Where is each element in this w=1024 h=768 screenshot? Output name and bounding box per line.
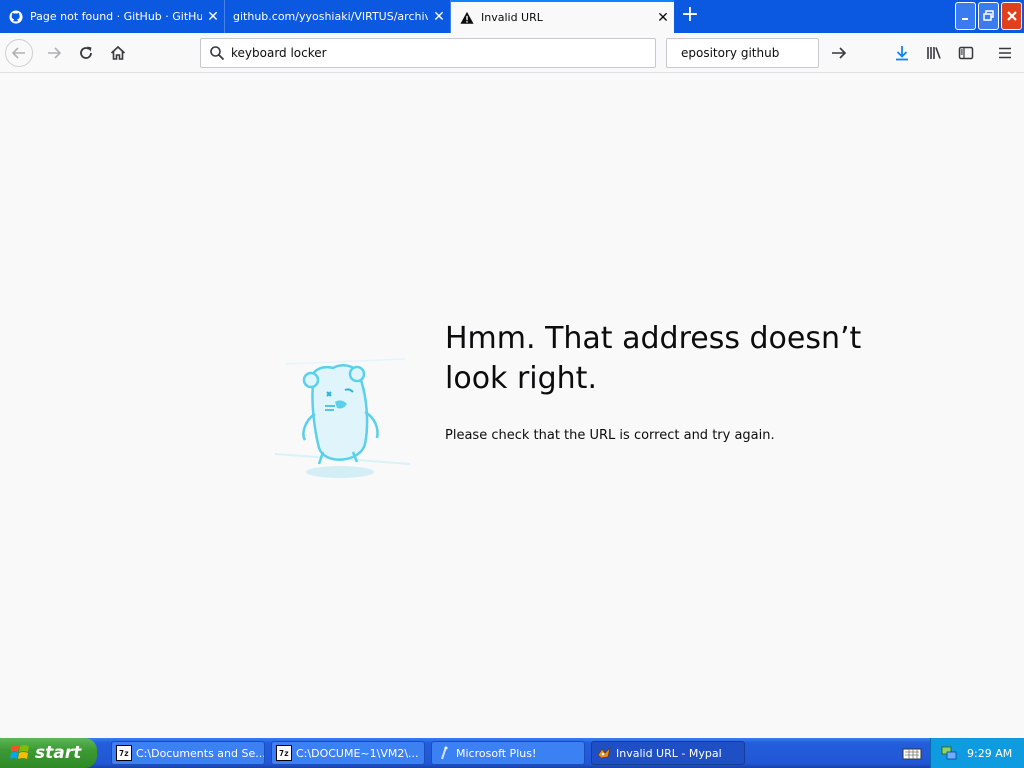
new-tab-button[interactable]: +	[676, 4, 704, 28]
warning-icon	[459, 10, 475, 26]
7z-icon: 7z	[116, 745, 132, 761]
keyboard-icon[interactable]	[902, 744, 922, 762]
home-button[interactable]	[104, 39, 132, 67]
sidebar-icon	[958, 46, 974, 60]
taskbar-item-documents[interactable]: 7z C:\Documents and Se...	[111, 741, 265, 765]
minimize-button[interactable]	[955, 2, 976, 30]
plus-icon	[436, 745, 452, 761]
windows-logo-icon	[10, 745, 29, 759]
taskbar-item-mypal[interactable]: Invalid URL - Mypal	[591, 741, 745, 765]
page-content: Hmm. That address doesn’t look right. Pl…	[0, 74, 1024, 738]
taskbar-item-label: Invalid URL - Mypal	[616, 746, 722, 760]
error-description: Please check that the URL is correct and…	[445, 428, 775, 443]
tab-strip: Page not found · GitHub · GitHub ✕ githu…	[0, 0, 1024, 33]
tab-github-archive[interactable]: github.com/yyoshiaki/VIRTUS/archive/ ✕	[225, 0, 451, 33]
tab-title: Page not found · GitHub · GitHub	[30, 10, 202, 23]
close-window-button[interactable]	[1001, 2, 1022, 30]
back-button[interactable]	[5, 39, 33, 67]
search-bar[interactable]	[666, 38, 847, 68]
start-label: start	[35, 743, 82, 763]
close-icon[interactable]: ✕	[428, 9, 450, 25]
menu-button[interactable]	[991, 39, 1019, 67]
downloads-button[interactable]	[888, 39, 916, 67]
taskbar-item-label: Microsoft Plus!	[456, 746, 537, 760]
taskbar-item-label: C:\Documents and Se...	[136, 746, 265, 760]
error-title: Hmm. That address doesn’t look right.	[445, 321, 862, 396]
home-icon	[110, 45, 126, 60]
library-icon	[927, 47, 941, 59]
search-input[interactable]	[681, 46, 831, 60]
reload-button[interactable]	[72, 39, 100, 67]
forward-button[interactable]	[40, 39, 68, 67]
error-mascot-illustration	[274, 358, 411, 478]
start-button[interactable]: start	[0, 738, 97, 768]
restore-button[interactable]	[978, 2, 999, 30]
github-icon	[8, 9, 24, 25]
network-icon[interactable]	[941, 745, 957, 761]
sidebar-button[interactable]	[952, 39, 980, 67]
tab-title: Invalid URL	[481, 11, 543, 24]
back-arrow-icon	[11, 47, 25, 59]
tab-invalid-url[interactable]: Invalid URL ✕	[451, 0, 674, 33]
url-bar[interactable]	[200, 38, 656, 68]
reload-icon	[80, 46, 92, 59]
search-icon	[210, 46, 225, 61]
taskbar-item-microsoft-plus[interactable]: Microsoft Plus!	[431, 741, 585, 765]
library-button[interactable]	[920, 39, 948, 67]
taskbar-item-docume[interactable]: 7z C:\DOCUME~1\VM2\...	[271, 741, 425, 765]
search-go-button[interactable]	[831, 41, 847, 65]
7z-icon: 7z	[276, 745, 292, 761]
tab-page-not-found[interactable]: Page not found · GitHub · GitHub ✕	[0, 0, 225, 33]
windows-taskbar: start 7z C:\Documents and Se... 7z C:\DO…	[0, 738, 1024, 768]
close-icon[interactable]: ✕	[652, 10, 674, 26]
arrow-right-icon	[832, 47, 847, 59]
mypal-icon	[596, 745, 612, 761]
navigation-toolbar	[0, 33, 1024, 73]
forward-arrow-icon	[48, 47, 62, 59]
hamburger-menu-icon	[999, 47, 1011, 59]
taskbar-item-label: C:\DOCUME~1\VM2\...	[296, 746, 419, 760]
tab-title: github.com/yyoshiaki/VIRTUS/archive/	[233, 10, 428, 23]
system-tray: 9:29 AM	[930, 738, 1024, 768]
clock[interactable]: 9:29 AM	[967, 747, 1012, 760]
download-icon	[896, 46, 908, 61]
close-icon[interactable]: ✕	[202, 9, 224, 25]
url-input[interactable]	[231, 46, 655, 60]
